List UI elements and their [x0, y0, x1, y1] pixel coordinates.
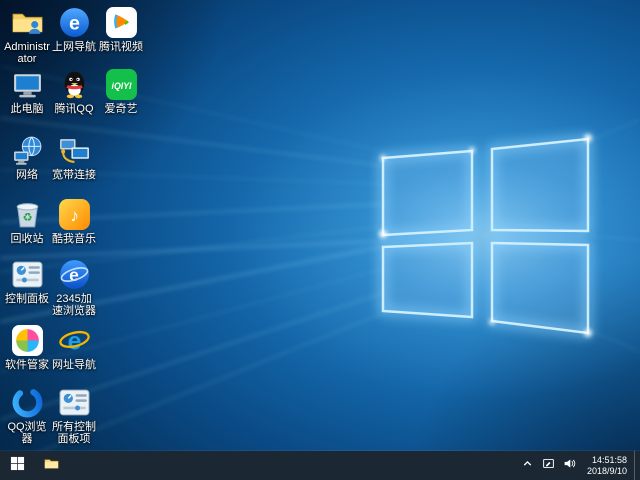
- 2345-browser-icon: e: [58, 258, 91, 291]
- desktop-icon-label: 回收站: [4, 233, 50, 245]
- clock-time: 14:51:58: [587, 455, 627, 466]
- desktop-icon-label: 网址导航: [51, 359, 97, 371]
- desktop-icon-label: 酷我音乐: [51, 233, 97, 245]
- desktop-icon-label: 上网导航: [51, 41, 97, 53]
- browser-e-icon: e: [58, 6, 91, 39]
- this-pc-icon: [11, 68, 44, 101]
- svg-text:iQIYI: iQIYI: [111, 81, 132, 91]
- desktop-icon-label: 2345加速浏览器: [51, 293, 97, 317]
- control-panel-items-icon: [58, 386, 91, 419]
- broadband-icon: [58, 134, 91, 167]
- desktop-icon-label: 控制面板: [4, 293, 50, 305]
- desktop-icon-all-control-panel-items[interactable]: 所有控制面板项: [51, 386, 97, 445]
- desktop-icon-iqiyi[interactable]: iQIYI 爱奇艺: [98, 68, 144, 115]
- kuwo-music-icon: ♪: [58, 198, 91, 231]
- desktop-icon-label: 腾讯QQ: [51, 103, 97, 115]
- iqiyi-icon: iQIYI: [105, 68, 138, 101]
- ie-icon: e: [58, 324, 91, 357]
- desktop-icon-control-panel[interactable]: 控制面板: [4, 258, 50, 305]
- show-desktop-button[interactable]: [634, 451, 640, 480]
- tencent-video-icon: [105, 6, 138, 39]
- desktop-icon-software-manager[interactable]: 软件管家: [4, 324, 50, 371]
- desktop-icon-qq-browser[interactable]: QQ浏览器: [4, 386, 50, 445]
- desktop-icon-broadband-connection[interactable]: 宽带连接: [51, 134, 97, 181]
- software-manager-icon: [11, 324, 44, 357]
- desktop-icon-label: 网络: [4, 169, 50, 181]
- desktop-icon-administrator[interactable]: Administrator: [4, 6, 50, 65]
- chevron-up-icon: [521, 457, 534, 475]
- hidden-icons-button[interactable]: [517, 451, 538, 480]
- desktop-icon-label: 宽带连接: [51, 169, 97, 181]
- pen-input-tray-button[interactable]: [538, 451, 559, 480]
- windows-desktop: Administrator e 上网导航 腾讯视频 此电脑 腾讯QQ iQIYI…: [0, 0, 640, 480]
- desktop-icon-label: 爱奇艺: [98, 103, 144, 115]
- pen-input-icon: [542, 457, 555, 475]
- qq-penguin-icon: [58, 68, 91, 101]
- desktop-icon-url-navigation[interactable]: e 网址导航: [51, 324, 97, 371]
- svg-text:♻: ♻: [22, 212, 32, 224]
- start-button[interactable]: [0, 451, 34, 480]
- desktop-icon-this-pc[interactable]: 此电脑: [4, 68, 50, 115]
- svg-text:e: e: [69, 13, 80, 35]
- volume-tray-button[interactable]: [559, 451, 580, 480]
- desktop-icon-web-navigation[interactable]: e 上网导航: [51, 6, 97, 53]
- desktop-icon-label: 腾讯视频: [98, 41, 144, 53]
- desktop-icon-tencent-video[interactable]: 腾讯视频: [98, 6, 144, 53]
- desktop-icon-label: Administrator: [4, 41, 50, 65]
- desktop-icon-recycle-bin[interactable]: ♻ 回收站: [4, 198, 50, 245]
- user-folder-icon: [11, 6, 44, 39]
- desktop-icon-tencent-qq[interactable]: 腾讯QQ: [51, 68, 97, 115]
- desktop-icon-label: 此电脑: [4, 103, 50, 115]
- desktop-icon-2345-browser[interactable]: e 2345加速浏览器: [51, 258, 97, 317]
- desktop-icon-label: 软件管家: [4, 359, 50, 371]
- windows-start-icon: [10, 456, 25, 476]
- file-explorer-icon: [44, 456, 59, 476]
- network-icon: [11, 134, 44, 167]
- clock-date: 2018/9/10: [587, 466, 627, 477]
- qq-browser-icon: [11, 386, 44, 419]
- desktop-icon-kuwo-music[interactable]: ♪ 酷我音乐: [51, 198, 97, 245]
- volume-icon: [563, 457, 576, 475]
- taskbar: 14:51:58 2018/9/10: [0, 451, 640, 480]
- recycle-bin-icon: ♻: [11, 198, 44, 231]
- file-explorer-taskbar-button[interactable]: [34, 451, 68, 480]
- desktop-icon-network[interactable]: 网络: [4, 134, 50, 181]
- desktop-icon-label: QQ浏览器: [4, 421, 50, 445]
- tray-clock[interactable]: 14:51:58 2018/9/10: [580, 455, 634, 476]
- control-panel-icon: [11, 258, 44, 291]
- system-tray: 14:51:58 2018/9/10: [517, 451, 640, 480]
- svg-text:♪: ♪: [70, 206, 79, 226]
- desktop-icon-label: 所有控制面板项: [51, 421, 97, 445]
